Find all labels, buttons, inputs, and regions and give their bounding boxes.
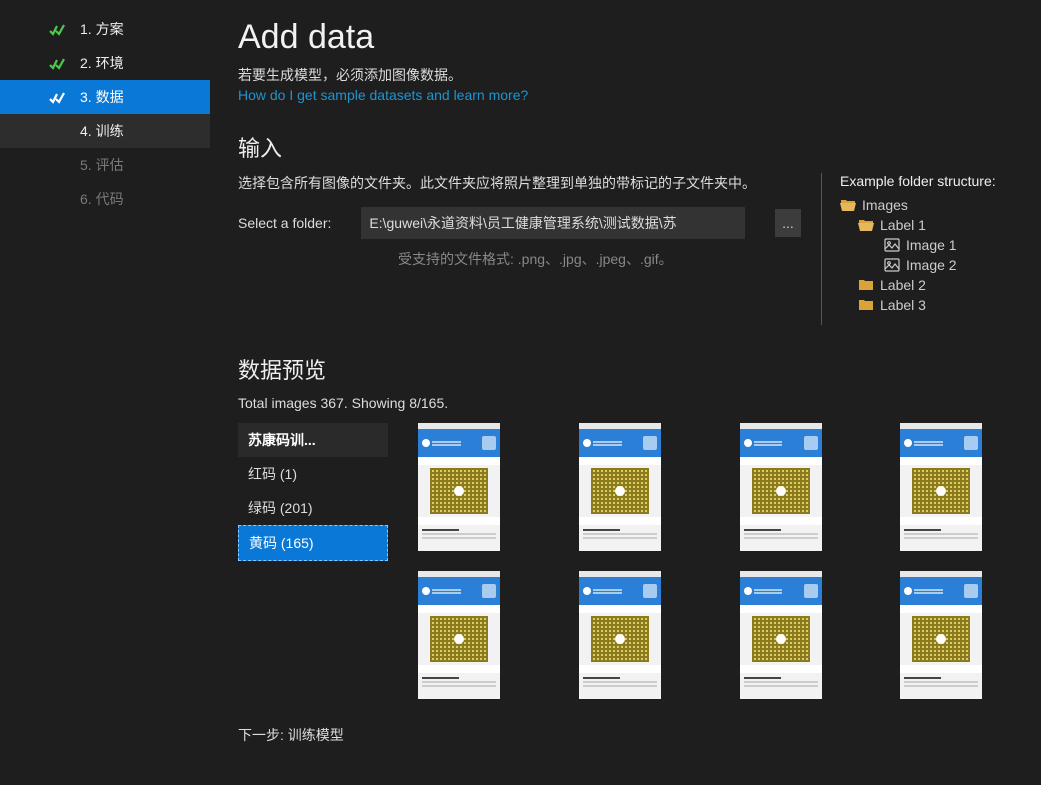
thumbnail[interactable] bbox=[579, 571, 661, 699]
sidebar-step-eval: 5. 评估 bbox=[0, 148, 210, 182]
sidebar-step-code: 6. 代码 bbox=[0, 182, 210, 216]
thumbnail[interactable] bbox=[418, 571, 500, 699]
category-header[interactable]: 苏康码训... bbox=[238, 423, 388, 457]
thumbnail[interactable] bbox=[579, 423, 661, 551]
thumbnail[interactable] bbox=[900, 423, 982, 551]
tree-image: Image 1 bbox=[840, 235, 1031, 255]
thumbnail[interactable] bbox=[740, 571, 822, 699]
thumbnail[interactable] bbox=[740, 423, 822, 551]
next-step-label: 下一步: 训练模型 bbox=[238, 725, 1031, 745]
example-panel: Example folder structure: Images Label 1… bbox=[821, 173, 1031, 325]
input-heading: 输入 bbox=[238, 131, 1031, 163]
preview-heading: 数据预览 bbox=[238, 353, 1031, 385]
help-link[interactable]: How do I get sample datasets and learn m… bbox=[238, 87, 1031, 103]
page-title: Add data bbox=[238, 18, 1031, 57]
thumbnail-grid bbox=[418, 423, 1031, 699]
category-item-red[interactable]: 红码 (1) bbox=[238, 457, 388, 491]
folder-icon bbox=[858, 297, 874, 313]
sidebar-step-env[interactable]: 2. 环境 bbox=[0, 46, 210, 80]
wizard-sidebar: 1. 方案 2. 环境 3. 数据 4. 训练 5. 评估 6. 代码 bbox=[0, 0, 210, 785]
folder-open-icon bbox=[858, 217, 874, 233]
example-title: Example folder structure: bbox=[840, 173, 1031, 189]
category-list: 苏康码训... 红码 (1) 绿码 (201) 黄码 (165) bbox=[238, 423, 388, 699]
tree-label: Label 1 bbox=[840, 215, 1031, 235]
preview-summary: Total images 367. Showing 8/165. bbox=[238, 395, 1031, 411]
thumbnail[interactable] bbox=[900, 571, 982, 699]
tree-label: Label 3 bbox=[840, 295, 1031, 315]
tree-image: Image 2 bbox=[840, 255, 1031, 275]
input-description: 选择包含所有图像的文件夹。此文件夹应将照片整理到单独的带标记的子文件夹中。 bbox=[238, 173, 801, 193]
tree-root: Images bbox=[840, 195, 1031, 215]
folder-path-input[interactable]: E:\guwei\永道资料\员工健康管理系统\测试数据\苏 bbox=[361, 207, 745, 239]
browse-button[interactable]: ... bbox=[775, 209, 801, 237]
sidebar-step-train[interactable]: 4. 训练 bbox=[0, 114, 210, 148]
image-icon bbox=[884, 257, 900, 273]
select-folder-label: Select a folder: bbox=[238, 215, 331, 231]
category-item-green[interactable]: 绿码 (201) bbox=[238, 491, 388, 525]
folder-open-icon bbox=[840, 197, 856, 213]
sidebar-step-data[interactable]: 3. 数据 bbox=[0, 80, 210, 114]
supported-formats: 受支持的文件格式: .png、.jpg、.jpeg、.gif。 bbox=[398, 249, 801, 269]
check-icon bbox=[48, 21, 66, 39]
sidebar-step-scheme[interactable]: 1. 方案 bbox=[0, 12, 210, 46]
tree-label: Label 2 bbox=[840, 275, 1031, 295]
folder-icon bbox=[858, 277, 874, 293]
category-item-yellow[interactable]: 黄码 (165) bbox=[238, 525, 388, 561]
thumbnail[interactable] bbox=[418, 423, 500, 551]
image-icon bbox=[884, 237, 900, 253]
check-icon bbox=[48, 89, 66, 107]
check-icon bbox=[48, 55, 66, 73]
page-subtitle: 若要生成模型，必须添加图像数据。 bbox=[238, 65, 1031, 85]
main-content: Add data 若要生成模型，必须添加图像数据。 How do I get s… bbox=[210, 0, 1041, 785]
